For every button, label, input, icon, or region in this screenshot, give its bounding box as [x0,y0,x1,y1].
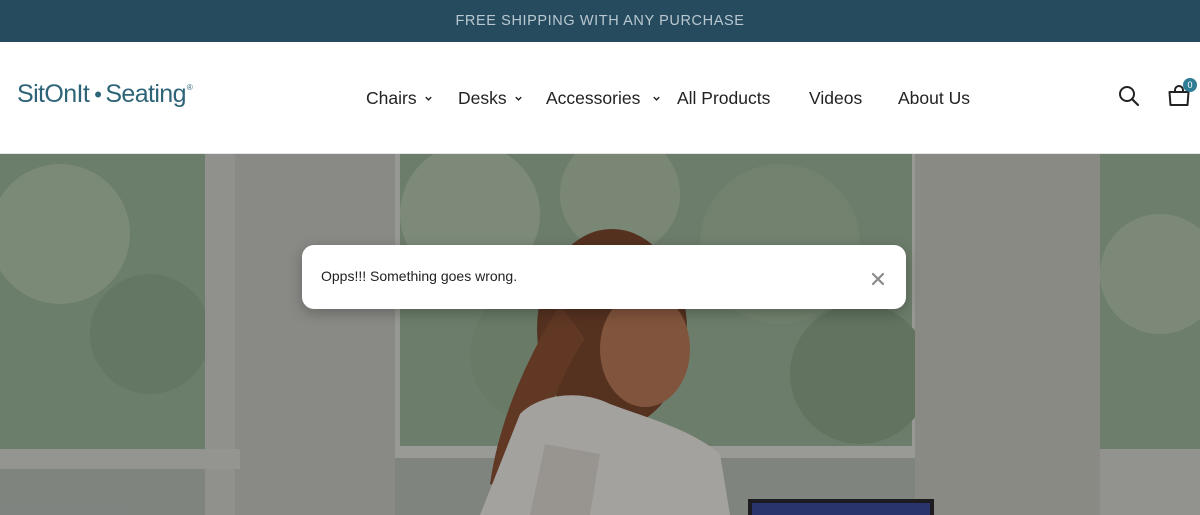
nav-label: Desks [458,87,507,108]
cart-count: 0 [1187,80,1193,90]
chevron-down-icon [653,96,661,101]
search-icon[interactable] [1117,84,1141,108]
cart-count-badge: 0 [1183,78,1197,92]
close-icon[interactable] [868,269,888,289]
nav-label: About Us [898,87,970,108]
nav-item-accessories[interactable]: Accessories [546,85,661,111]
nav-label: Videos [809,87,863,108]
site-header: SitOnIt • Seating ® Chairs Desks Accesso… [0,42,1200,154]
chevron-down-icon [514,96,522,101]
nav-label: Accessories [546,87,641,108]
toast-message: Opps!!! Something goes wrong. [321,268,518,284]
nav-item-all-products[interactable]: All Products [677,85,770,111]
nav-item-desks[interactable]: Desks [458,85,523,111]
nav-item-chairs[interactable]: Chairs [366,85,433,111]
chevron-down-icon [424,96,432,101]
nav-label: Chairs [366,87,417,108]
nav-item-videos[interactable]: Videos [809,85,862,111]
nav-item-about-us[interactable]: About Us [898,85,970,111]
announcement-text: FREE SHIPPING WITH ANY PURCHASE [455,13,745,29]
main-nav: Chairs Desks Accessories All Products Vi… [0,85,1200,111]
hero-image [0,154,1200,515]
nav-label: All Products [677,87,771,108]
hero-dim-overlay [0,154,1200,515]
announcement-bar: FREE SHIPPING WITH ANY PURCHASE [0,0,1200,42]
error-toast: Opps!!! Something goes wrong. [302,245,906,309]
